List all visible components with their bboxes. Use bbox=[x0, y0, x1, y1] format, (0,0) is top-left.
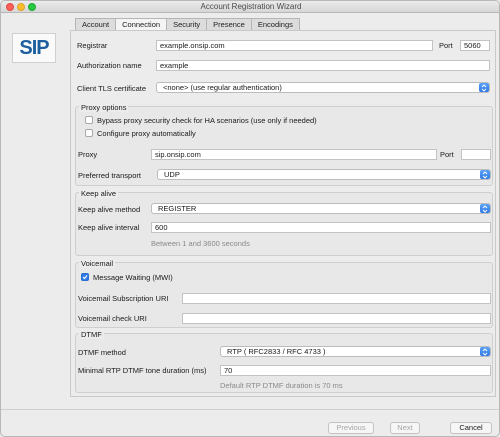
dtmf-method-select[interactable]: RTP ( RFC2833 / RFC 4733 ) bbox=[220, 346, 491, 357]
keep-alive-interval-input[interactable]: 600 bbox=[151, 222, 491, 233]
tab-account[interactable]: Account bbox=[75, 18, 117, 30]
window-title: Account Registration Wizard bbox=[200, 2, 302, 11]
preferred-transport-value: UDP bbox=[164, 170, 180, 179]
preferred-transport-label: Preferred transport bbox=[78, 171, 141, 180]
voicemail-check-uri-label: Voicemail check URI bbox=[78, 314, 147, 323]
proxy-options-group: Proxy options Bypass proxy security chec… bbox=[75, 103, 493, 186]
sip-logo: SIP bbox=[12, 33, 56, 63]
chevron-updown-icon bbox=[480, 170, 490, 179]
next-button[interactable]: Next bbox=[390, 422, 420, 434]
dtmf-method-label: DTMF method bbox=[78, 348, 126, 357]
bypass-proxy-label: Bypass proxy security check for HA scena… bbox=[97, 116, 317, 125]
cancel-button[interactable]: Cancel bbox=[450, 422, 492, 434]
client-tls-select[interactable]: <none> (use regular authentication) bbox=[156, 82, 490, 93]
keep-alive-title: Keep alive bbox=[79, 189, 119, 198]
dtmf-group: DTMF DTMF method RTP ( RFC2833 / RFC 473… bbox=[75, 330, 493, 393]
chevron-updown-icon bbox=[480, 204, 490, 213]
chevron-updown-icon bbox=[480, 347, 490, 356]
keep-alive-method-value: REGISTER bbox=[158, 204, 197, 213]
connection-panel: Registrar example.onsip.com Port 5060 Au… bbox=[70, 30, 496, 397]
configure-proxy-auto-checkbox[interactable] bbox=[85, 129, 93, 137]
voicemail-title: Voicemail bbox=[79, 259, 116, 268]
proxy-options-title: Proxy options bbox=[79, 103, 129, 112]
port-input[interactable]: 5060 bbox=[460, 40, 490, 51]
proxy-port-label: Port bbox=[440, 150, 454, 159]
checkmark-icon bbox=[82, 275, 88, 280]
configure-proxy-auto-label: Configure proxy automatically bbox=[97, 129, 196, 138]
keep-alive-interval-label: Keep alive interval bbox=[78, 223, 140, 232]
proxy-label: Proxy bbox=[78, 150, 98, 159]
keep-alive-interval-hint: Between 1 and 3600 seconds bbox=[151, 239, 250, 248]
chevron-updown-icon bbox=[479, 83, 489, 92]
dtmf-duration-input[interactable]: 70 bbox=[220, 365, 491, 376]
dtmf-title: DTMF bbox=[79, 330, 104, 339]
dtmf-duration-label: Minimal RTP DTMF tone duration (ms) bbox=[78, 366, 207, 375]
authorization-name-label: Authorization name bbox=[77, 61, 142, 70]
voicemail-check-uri-input[interactable] bbox=[182, 313, 491, 324]
tab-security[interactable]: Security bbox=[166, 18, 208, 30]
port-label: Port bbox=[439, 41, 453, 50]
title-bar: Account Registration Wizard bbox=[1, 1, 499, 13]
tab-encodings[interactable]: Encodings bbox=[250, 18, 300, 30]
voicemail-group: Voicemail Message Waiting (MWI) Voicemai… bbox=[75, 259, 493, 328]
proxy-port-input[interactable] bbox=[461, 149, 491, 160]
previous-button[interactable]: Previous bbox=[328, 422, 374, 434]
tab-connection[interactable]: Connection bbox=[115, 18, 168, 30]
client-tls-label: Client TLS certificate bbox=[77, 84, 147, 93]
registrar-input[interactable]: example.onsip.com bbox=[156, 40, 433, 51]
wizard-window: Account Registration Wizard SIP Account … bbox=[0, 0, 500, 437]
keep-alive-method-select[interactable]: REGISTER bbox=[151, 203, 491, 214]
keep-alive-group: Keep alive Keep alive method REGISTER Ke… bbox=[75, 189, 493, 256]
mwi-label: Message Waiting (MWI) bbox=[93, 273, 173, 282]
client-tls-value: <none> (use regular authentication) bbox=[163, 83, 282, 92]
dtmf-duration-hint: Default RTP DTMF duration is 70 ms bbox=[220, 381, 343, 390]
bypass-proxy-checkbox[interactable] bbox=[85, 116, 93, 124]
authorization-name-input[interactable]: example bbox=[156, 60, 490, 71]
tab-bar: Account Connection Security Presence Enc… bbox=[75, 18, 300, 30]
voicemail-subscription-uri-input[interactable] bbox=[182, 293, 491, 304]
keep-alive-method-label: Keep alive method bbox=[78, 205, 141, 214]
footer-divider bbox=[1, 409, 499, 410]
tab-presence[interactable]: Presence bbox=[206, 18, 252, 30]
preferred-transport-select[interactable]: UDP bbox=[157, 169, 491, 180]
dtmf-method-value: RTP ( RFC2833 / RFC 4733 ) bbox=[227, 347, 326, 356]
proxy-input[interactable]: sip.onsip.com bbox=[151, 149, 437, 160]
registrar-label: Registrar bbox=[77, 41, 108, 50]
mwi-checkbox[interactable] bbox=[81, 273, 89, 281]
voicemail-subscription-uri-label: Voicemail Subscription URI bbox=[78, 294, 169, 303]
